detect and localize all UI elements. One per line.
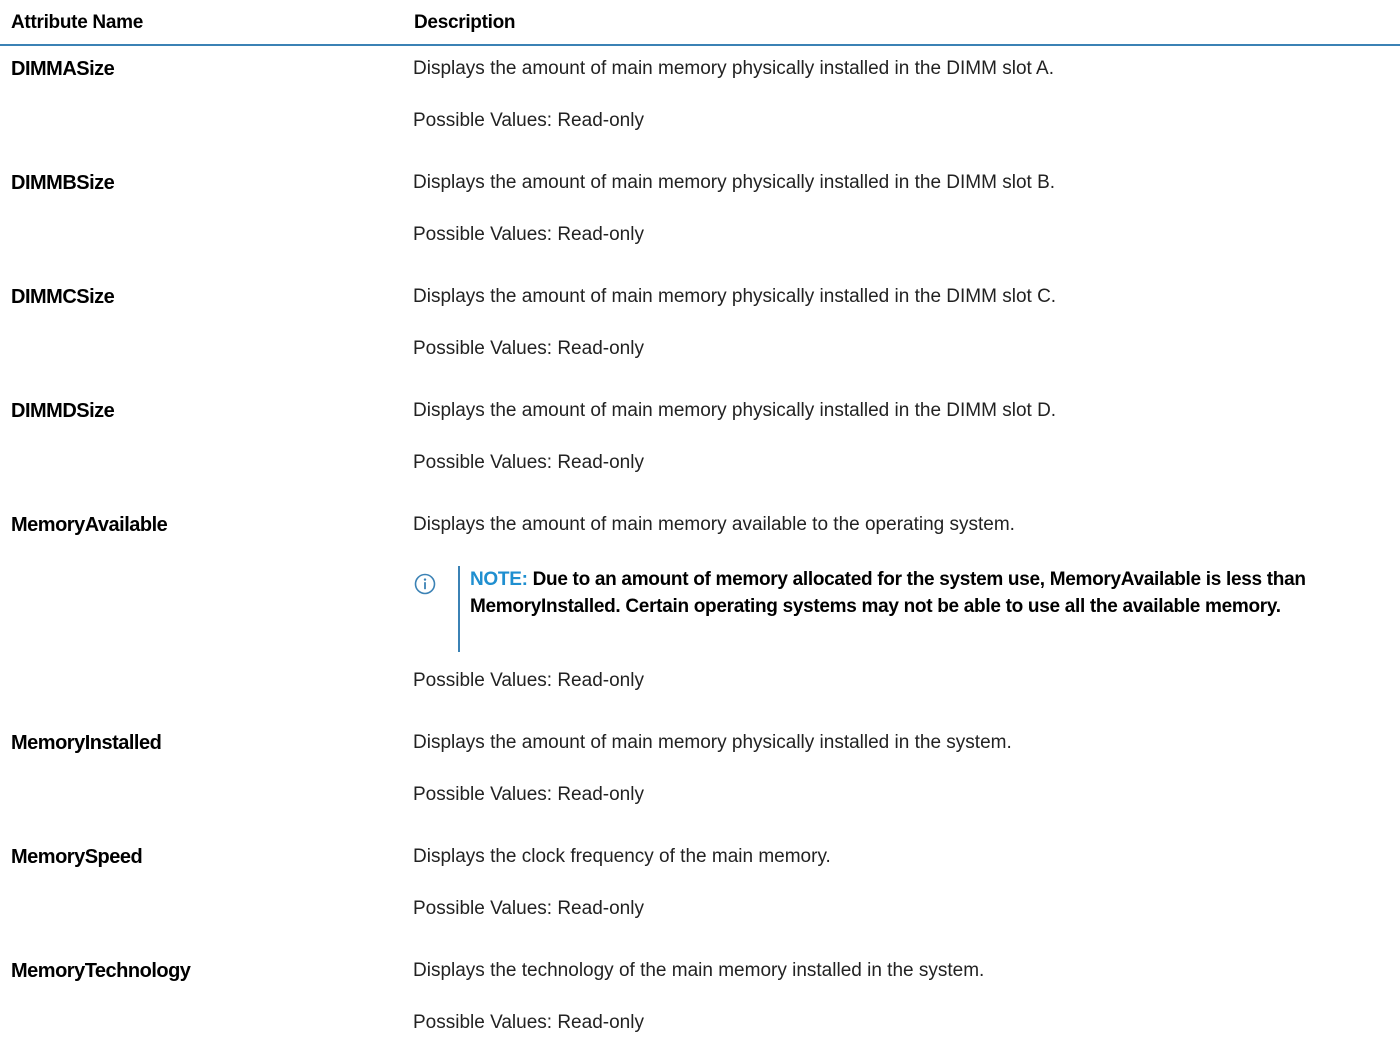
table-row: MemoryTechnology Displays the technology…	[0, 948, 1400, 1048]
attribute-description: Displays the technology of the main memo…	[413, 960, 985, 981]
table-row: MemorySpeed Displays the clock frequency…	[0, 834, 1400, 948]
possible-values: Possible Values: Read-only	[413, 1012, 644, 1033]
attribute-description: Displays the clock frequency of the main…	[413, 846, 831, 867]
attribute-name: DIMMDSize	[11, 400, 115, 422]
note-callout: NOTE: Due to an amount of memory allocat…	[413, 566, 1373, 652]
attribute-name: MemoryInstalled	[11, 732, 162, 754]
table-row: MemoryAvailable Displays the amount of m…	[0, 502, 1400, 720]
table-row: MemoryInstalled Displays the amount of m…	[0, 720, 1400, 834]
table-row: DIMMASize Displays the amount of main me…	[0, 46, 1400, 160]
attribute-description: Displays the amount of main memory avail…	[413, 514, 1015, 535]
attribute-description: Displays the amount of main memory physi…	[413, 172, 1056, 193]
possible-values: Possible Values: Read-only	[413, 224, 644, 245]
info-icon	[413, 572, 437, 596]
note-content: Due to an amount of memory allocated for…	[470, 569, 1306, 617]
possible-values: Possible Values: Read-only	[413, 338, 644, 359]
table-row: DIMMDSize Displays the amount of main me…	[0, 388, 1400, 502]
attribute-name: DIMMASize	[11, 58, 115, 80]
attribute-description: Displays the amount of main memory physi…	[413, 58, 1054, 79]
attribute-description: Displays the amount of main memory physi…	[413, 732, 1012, 753]
attribute-name: MemorySpeed	[11, 846, 143, 868]
note-divider	[458, 566, 460, 652]
note-label: NOTE:	[470, 569, 528, 590]
attribute-description: Displays the amount of main memory physi…	[413, 400, 1057, 421]
possible-values: Possible Values: Read-only	[413, 110, 644, 131]
table-header: Attribute Name Description	[0, 0, 1400, 46]
attribute-name: DIMMCSize	[11, 286, 115, 308]
table-row: DIMMCSize Displays the amount of main me…	[0, 274, 1400, 388]
possible-values: Possible Values: Read-only	[413, 898, 644, 919]
attribute-table: Attribute Name Description DIMMASize Dis…	[0, 0, 1400, 1048]
possible-values: Possible Values: Read-only	[413, 670, 644, 691]
possible-values: Possible Values: Read-only	[413, 452, 644, 473]
possible-values: Possible Values: Read-only	[413, 784, 644, 805]
note-text: NOTE: Due to an amount of memory allocat…	[470, 566, 1370, 620]
attribute-description: Displays the amount of main memory physi…	[413, 286, 1057, 307]
attribute-name: MemoryAvailable	[11, 514, 168, 536]
column-header-description: Description	[414, 12, 516, 33]
attribute-name: DIMMBSize	[11, 172, 115, 194]
table-row: DIMMBSize Displays the amount of main me…	[0, 160, 1400, 274]
column-header-attribute-name: Attribute Name	[11, 12, 143, 33]
attribute-name: MemoryTechnology	[11, 960, 191, 982]
